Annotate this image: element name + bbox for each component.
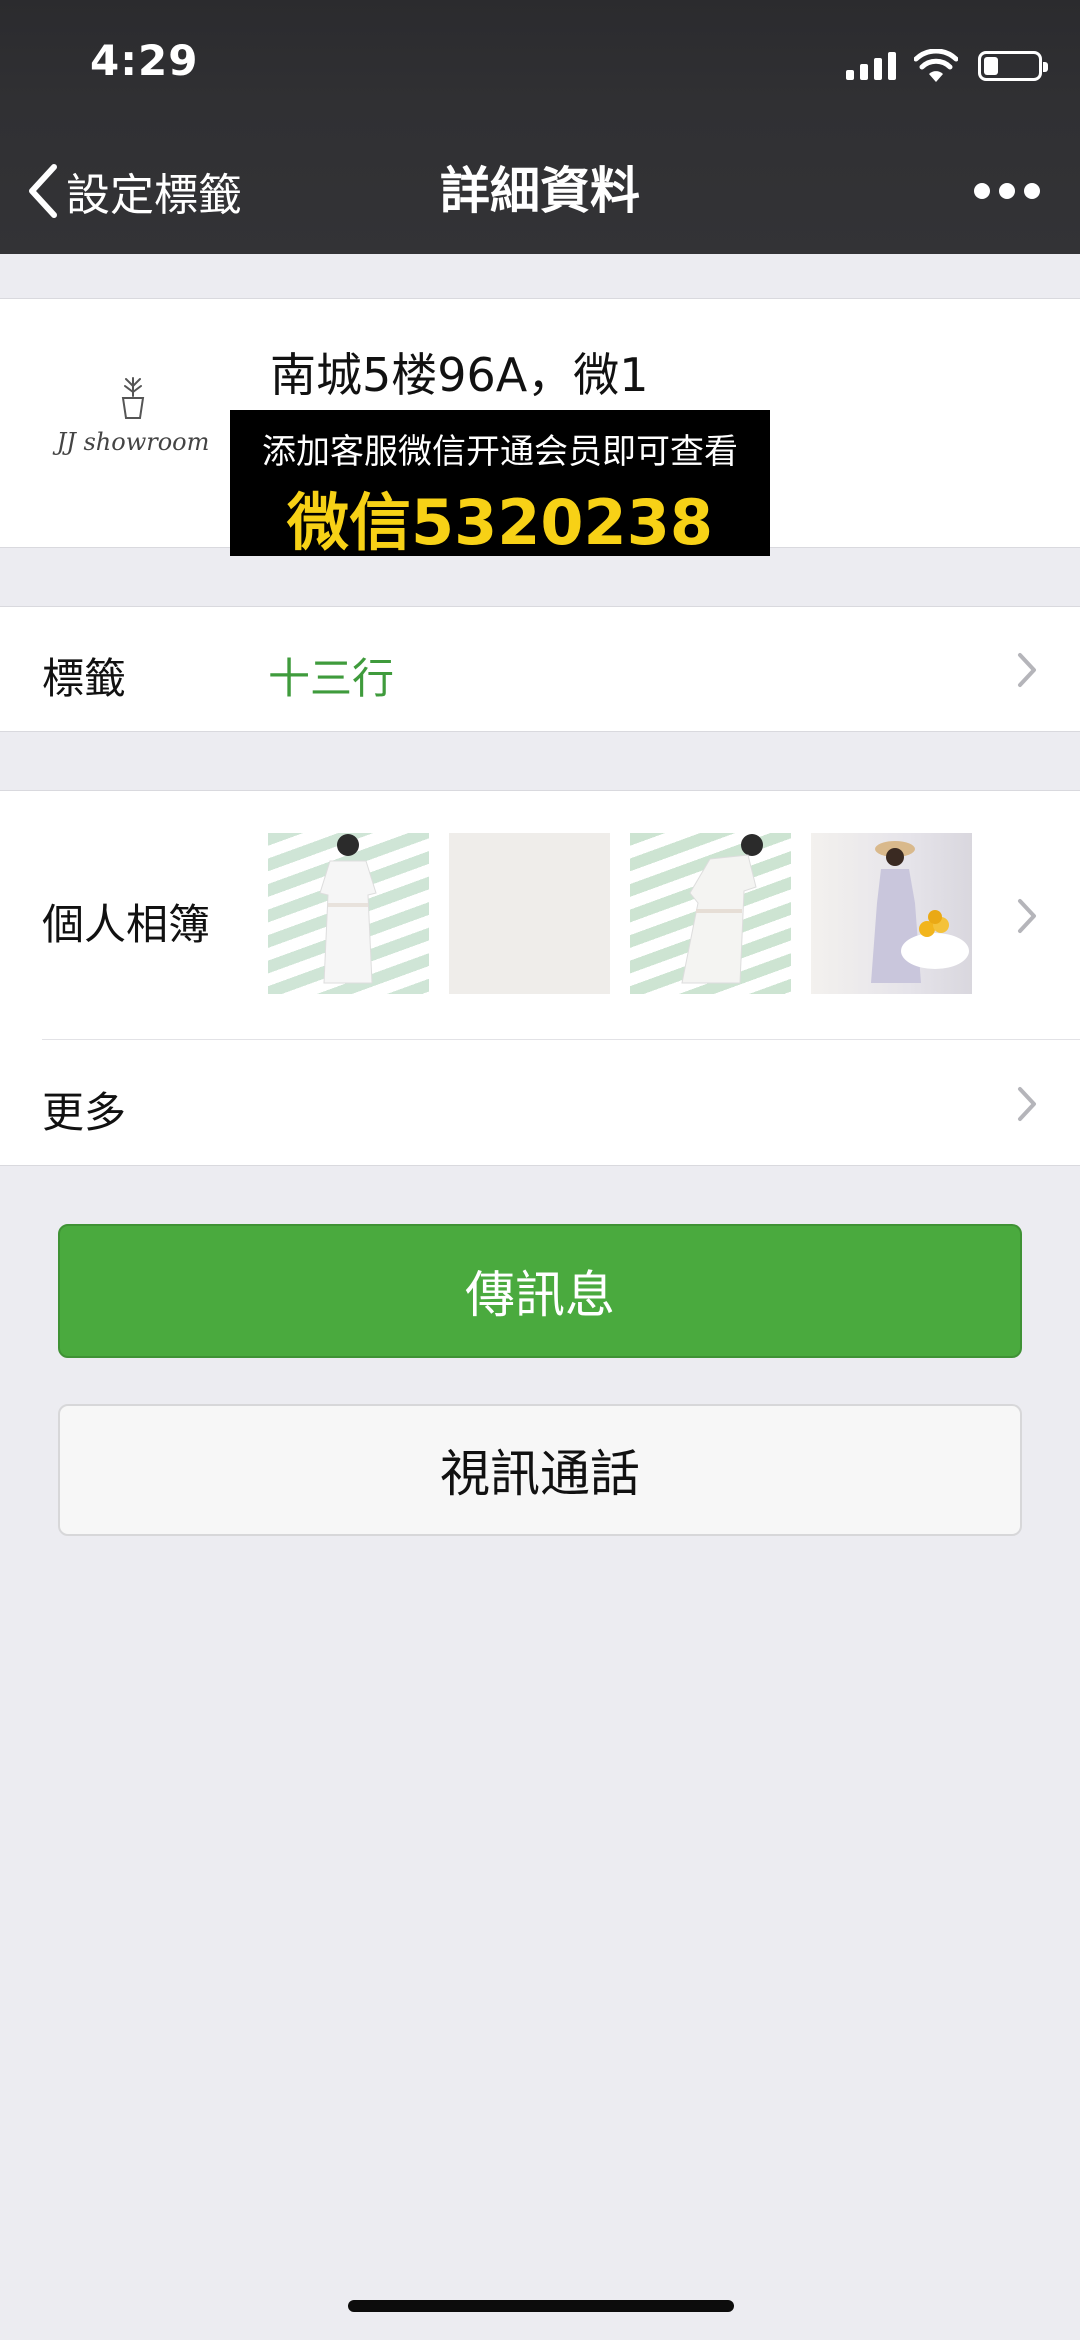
plant-pot-icon	[121, 377, 145, 419]
album-row[interactable]: 個人相簿	[0, 791, 1080, 1041]
send-message-button[interactable]: 傳訊息	[58, 1224, 1022, 1358]
avatar[interactable]: JJ showroom	[40, 339, 226, 489]
chevron-right-icon	[1018, 1087, 1036, 1121]
tag-row-label: 標籤	[42, 654, 127, 703]
chevron-right-icon	[1018, 899, 1036, 933]
album-card: 個人相簿 更多	[0, 790, 1080, 1166]
album-thumbnail[interactable]	[630, 833, 791, 994]
battery-icon	[978, 51, 1048, 81]
promo-text: 添加客服微信开通会员即可查看	[262, 432, 738, 472]
avatar-logo-text: JJ showroom	[56, 428, 210, 456]
chevron-right-icon	[1018, 653, 1036, 687]
divider	[42, 1039, 1080, 1040]
album-thumbnails	[268, 833, 972, 994]
page-title: 詳細資料	[440, 162, 640, 220]
tag-row[interactable]: 標籤 十三行	[0, 606, 1080, 732]
status-time: 4:29	[90, 36, 199, 85]
more-dots-icon	[974, 183, 990, 199]
album-thumbnail[interactable]	[268, 833, 429, 994]
promo-banner: 添加客服微信开通会员即可查看 微信5320238	[230, 410, 770, 559]
status-icons	[846, 46, 1048, 86]
video-call-button[interactable]: 視訊通話	[58, 1404, 1022, 1536]
signal-icon	[846, 52, 896, 80]
profile-name: 南城5楼96A，微1	[270, 348, 649, 402]
profile-detail-screen: 4:29 設定標籤 詳細資料 JJ showroom 南城5楼96A，微1 添加…	[0, 0, 1080, 2340]
album-row-label: 個人相簿	[42, 900, 211, 949]
more-row-label: 更多	[42, 1088, 127, 1137]
promo-wechat-id: 微信5320238	[287, 486, 713, 559]
album-thumbnail[interactable]	[449, 833, 610, 994]
album-thumbnail[interactable]	[811, 833, 972, 994]
tag-row-value: 十三行	[268, 654, 395, 703]
more-row[interactable]: 更多	[0, 1041, 1080, 1167]
wifi-icon	[914, 49, 958, 82]
header-bar: 4:29 設定標籤 詳細資料	[0, 0, 1080, 254]
home-indicator[interactable]	[348, 2300, 734, 2312]
more-options-button[interactable]	[974, 176, 1040, 206]
